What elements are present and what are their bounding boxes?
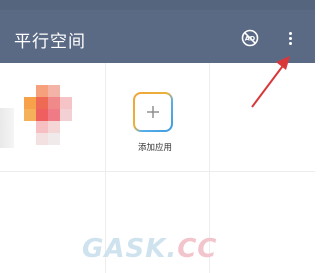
status-bar [0,0,315,10]
more-vert-icon [288,31,292,35]
cropped-app-fragment [0,108,14,148]
app-bar: 平行空间 AD [0,10,315,63]
more-options-button[interactable] [278,26,302,50]
watermark: GASK.CC [82,234,218,264]
plus-icon [147,106,159,118]
add-app-button[interactable] [133,92,173,132]
add-app-label: 添加应用 [137,143,172,153]
no-ads-button[interactable]: AD [238,26,262,50]
app-title: 平行空间 [14,32,86,52]
grid-divider [0,171,315,172]
no-ads-icon: AD [241,29,259,47]
blurred-app-icon[interactable] [24,85,74,150]
add-app-tile[interactable]: 添加应用 [128,89,182,169]
